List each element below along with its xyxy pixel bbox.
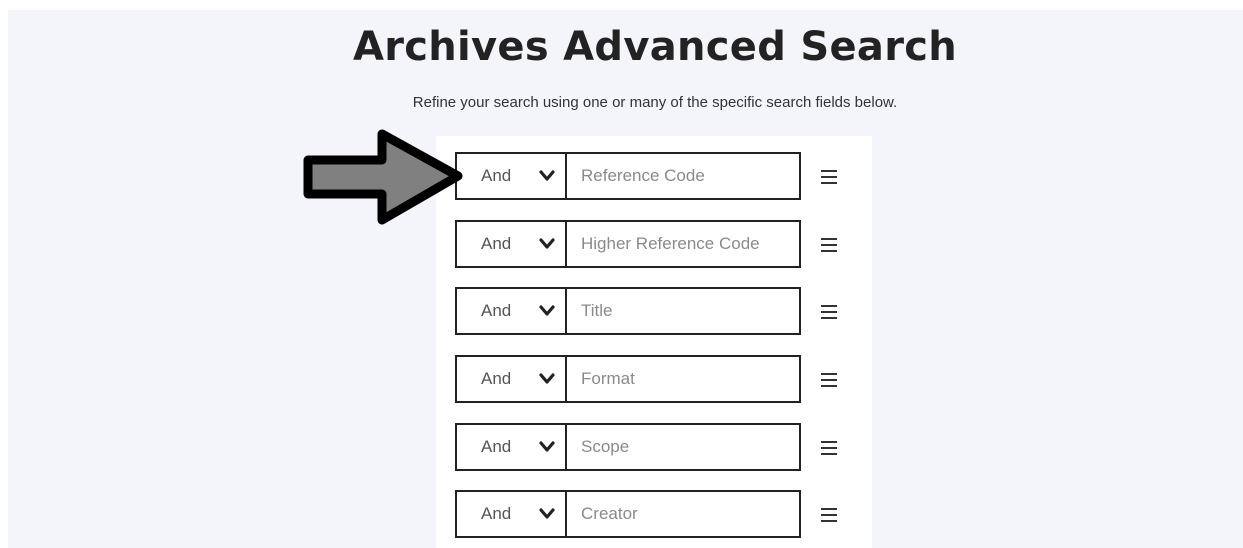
hamburger-menu-icon[interactable]: [821, 508, 837, 522]
hamburger-menu-icon[interactable]: [821, 170, 837, 184]
scope-input[interactable]: [567, 425, 799, 469]
search-row-scope: And: [455, 423, 801, 471]
title-input[interactable]: [567, 289, 799, 333]
search-row-title: And: [455, 287, 801, 335]
hamburger-menu-icon[interactable]: [821, 373, 837, 387]
format-input[interactable]: [567, 357, 799, 401]
chevron-down-icon: [539, 170, 555, 181]
search-row-reference-code: And: [455, 152, 801, 200]
operator-select[interactable]: And: [457, 222, 567, 266]
operator-value: And: [481, 166, 512, 185]
operator-select[interactable]: And: [457, 357, 567, 401]
hamburger-menu-icon[interactable]: [821, 238, 837, 252]
operator-value: And: [481, 504, 512, 523]
chevron-down-icon: [539, 238, 555, 249]
operator-value: And: [481, 234, 512, 253]
operator-value: And: [481, 437, 512, 456]
search-row-higher-reference-code: And: [455, 220, 801, 268]
operator-select[interactable]: And: [457, 289, 567, 333]
hamburger-menu-icon[interactable]: [821, 305, 837, 319]
chevron-down-icon: [539, 441, 555, 452]
creator-input[interactable]: [567, 492, 799, 536]
page-title: Archives Advanced Search: [352, 24, 958, 70]
search-row-format: And: [455, 355, 801, 403]
chevron-down-icon: [539, 373, 555, 384]
operator-select[interactable]: And: [457, 492, 567, 536]
chevron-down-icon: [539, 508, 555, 519]
hamburger-menu-icon[interactable]: [821, 441, 837, 455]
reference-code-input[interactable]: [567, 154, 799, 198]
page-subtitle: Refine your search using one or many of …: [412, 94, 898, 111]
operator-select[interactable]: And: [457, 425, 567, 469]
operator-select[interactable]: And: [457, 154, 567, 198]
chevron-down-icon: [539, 305, 555, 316]
right-arrow-icon: [303, 129, 463, 225]
operator-value: And: [481, 369, 512, 388]
search-row-creator: And: [455, 490, 801, 538]
higher-reference-code-input[interactable]: [567, 222, 799, 266]
operator-value: And: [481, 301, 512, 320]
